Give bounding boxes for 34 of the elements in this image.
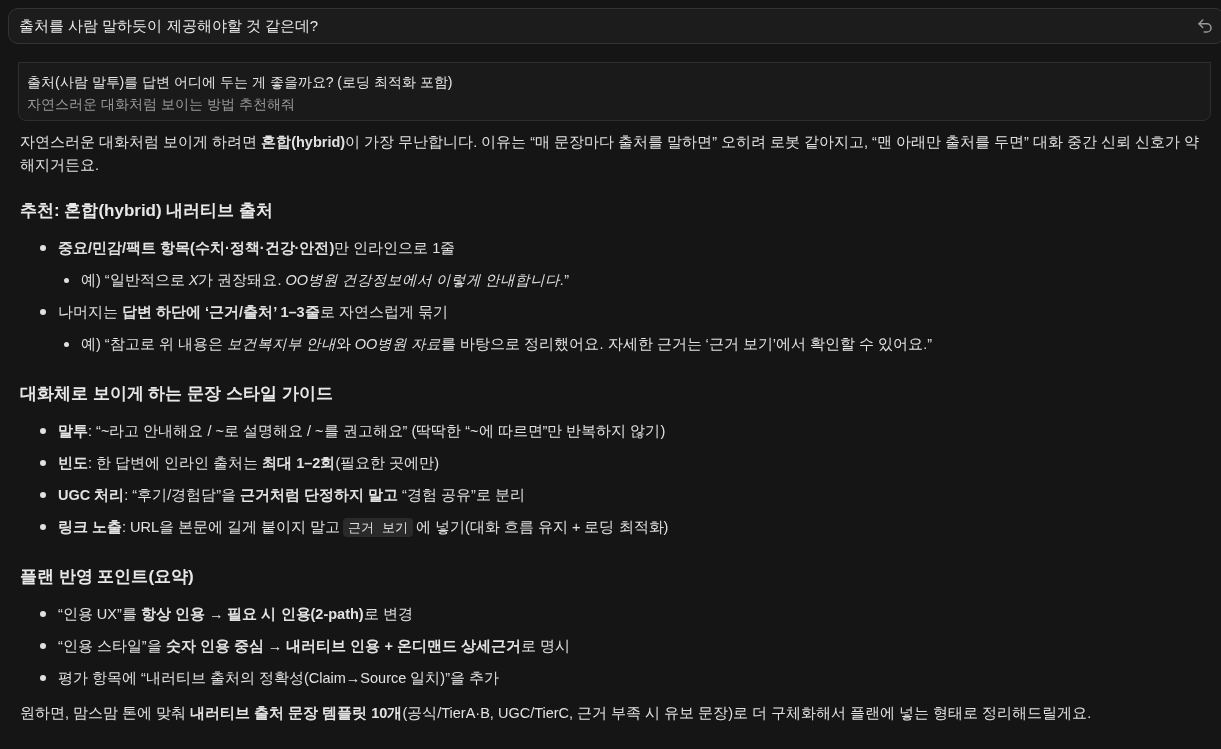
section-heading: 추천: 혼합(hybrid) 내러티브 출처 [20, 200, 275, 222]
bullet-icon [40, 245, 46, 251]
inline-code: 근거 보기 [343, 517, 414, 537]
answer-card[interactable]: 출처(사람 말투)를 답변 어디에 두는 게 좋을까요? (로딩 최적화 포함) 자연스러운 대화처럼 보이는 방법 추천해줘 [18, 62, 1211, 121]
bullet-text: 말투: “~라고 안내해요 / ~로 설명해요 / ~를 권고해요” (딱딱한 “~에 따르면”만 반복하지 않기) [58, 421, 666, 441]
section-heading: 플랜 반영 포인트(요약) [20, 566, 195, 588]
bullet-icon [64, 341, 69, 347]
bullet-icon [40, 611, 46, 617]
bullet-text: 빈도: 한 답변에 인라인 출처는 최대 1–2회(필요한 곳에만) [58, 453, 440, 473]
prompt-text: 출처를 사람 말하듯이 제공해야할 것 같은데? [19, 16, 319, 36]
bullet-text: 평가 항목에 “내러티브 출처의 정확성(Claim→Source 일치)”을 추가 [58, 668, 499, 688]
bullet-icon [64, 277, 69, 283]
bullet-text: UGC 처리: “후기/경험담”을 근거처럼 단정하지 말고 “경험 공유”로 분리 [58, 485, 525, 505]
bullet-text: 중요/민감/팩트 항목(수치·정책·건강·안전)만 인라인으로 1줄 [58, 238, 456, 258]
card-title: 출처(사람 말투)를 답변 어디에 두는 게 좋을까요? (로딩 최적화 포함) [27, 73, 454, 92]
bullet-text: 링크 노출: URL을 본문에 길게 붙이지 말고 근거 보기 에 넣기(대화 흐름 유지 + 로딩 최적화) [58, 516, 669, 539]
bullet-icon [40, 428, 46, 434]
bullet-icon [40, 492, 46, 498]
bullet-text: 예) “일반적으로 X가 권장돼요. OO병원 건강정보에서 이렇게 안내합니다.” [81, 270, 569, 290]
bullet-icon [40, 643, 46, 649]
prompt-field[interactable]: 출처를 사람 말하듯이 제공해야할 것 같은데? [8, 8, 1221, 44]
undo-icon[interactable] [1196, 17, 1214, 35]
bullet-icon [40, 460, 46, 466]
bullet-text: 예) “참고로 위 내용은 보건복지부 안내와 OO병원 자료를 바탕으로 정리했어요. 자세한 근거는 ‘근거 보기’에서 확인할 수 있어요.” [81, 334, 933, 354]
bullet-text: “인용 UX”를 항상 인용 → 필요 시 인용(2-path)로 변경 [58, 604, 413, 624]
bullet-text: “인용 스타일”을 숫자 인용 중심 → 내러티브 인용 + 온디맨드 상세근거로 명시 [58, 636, 570, 656]
bullet-icon [40, 675, 46, 681]
closing-paragraph: 원하면, 맘스맘 톤에 맞춰 내러티브 출처 문장 템플릿 10개(공식/TierA·B, UGC/TierC, 근거 부족 시 유보 문장)로 더 구체화해서 플랜에 넣는 형태로 정리해드릴게요. [20, 704, 1093, 723]
card-subtitle: 자연스러운 대화처럼 보이는 방법 추천해줘 [27, 95, 296, 114]
bullet-icon [40, 524, 46, 530]
bullet-icon [40, 309, 46, 315]
intro-paragraph: 자연스러운 대화처럼 보이게 하려면 혼합(hybrid)이 가장 무난합니다. 이유는 “매 문장마다 출처를 말하면” 오히려 로봇 같아지고, “맨 아래만 출처를 두면” 대화 중간 신뢰 신호가 약해지거든요. [20, 133, 1200, 175]
section-heading: 대화체로 보이게 하는 문장 스타일 가이드 [20, 383, 334, 405]
bullet-text: 나머지는 답변 하단에 ‘근거/출처’ 1–3줄로 자연스럽게 묶기 [58, 302, 448, 322]
